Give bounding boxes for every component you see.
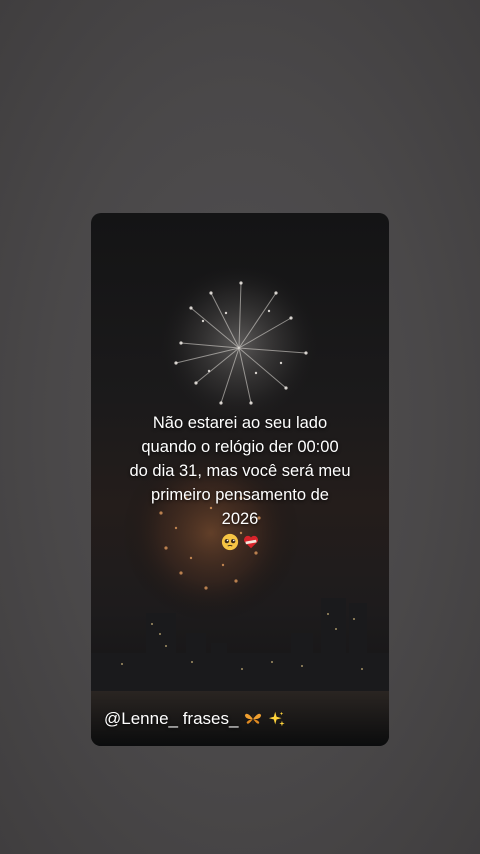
butterfly-icon (245, 713, 262, 724)
caption-emoji-row (105, 533, 375, 551)
caption-line-1: Não estarei ao seu lado (152, 414, 328, 432)
watermark: @Lenne_ frases_ (104, 709, 286, 729)
caption-line-2: quando o relógio der 00:00 (141, 438, 339, 456)
story-card[interactable]: Não estarei ao seu lado quando o relógio… (91, 213, 389, 746)
watermark-handle: @Lenne_ frases_ (104, 709, 239, 728)
caption-line-4: primeiro pensamento de (151, 486, 329, 504)
mending-heart-icon (243, 535, 258, 549)
pleading-face-icon (221, 533, 238, 551)
sparkles-icon (269, 711, 286, 727)
story-caption: Não estarei ao seu lado quando o relógio… (105, 411, 375, 551)
caption-line-3: do dia 31, mas você será meu (129, 462, 351, 480)
caption-line-5: 2026 (221, 510, 259, 528)
